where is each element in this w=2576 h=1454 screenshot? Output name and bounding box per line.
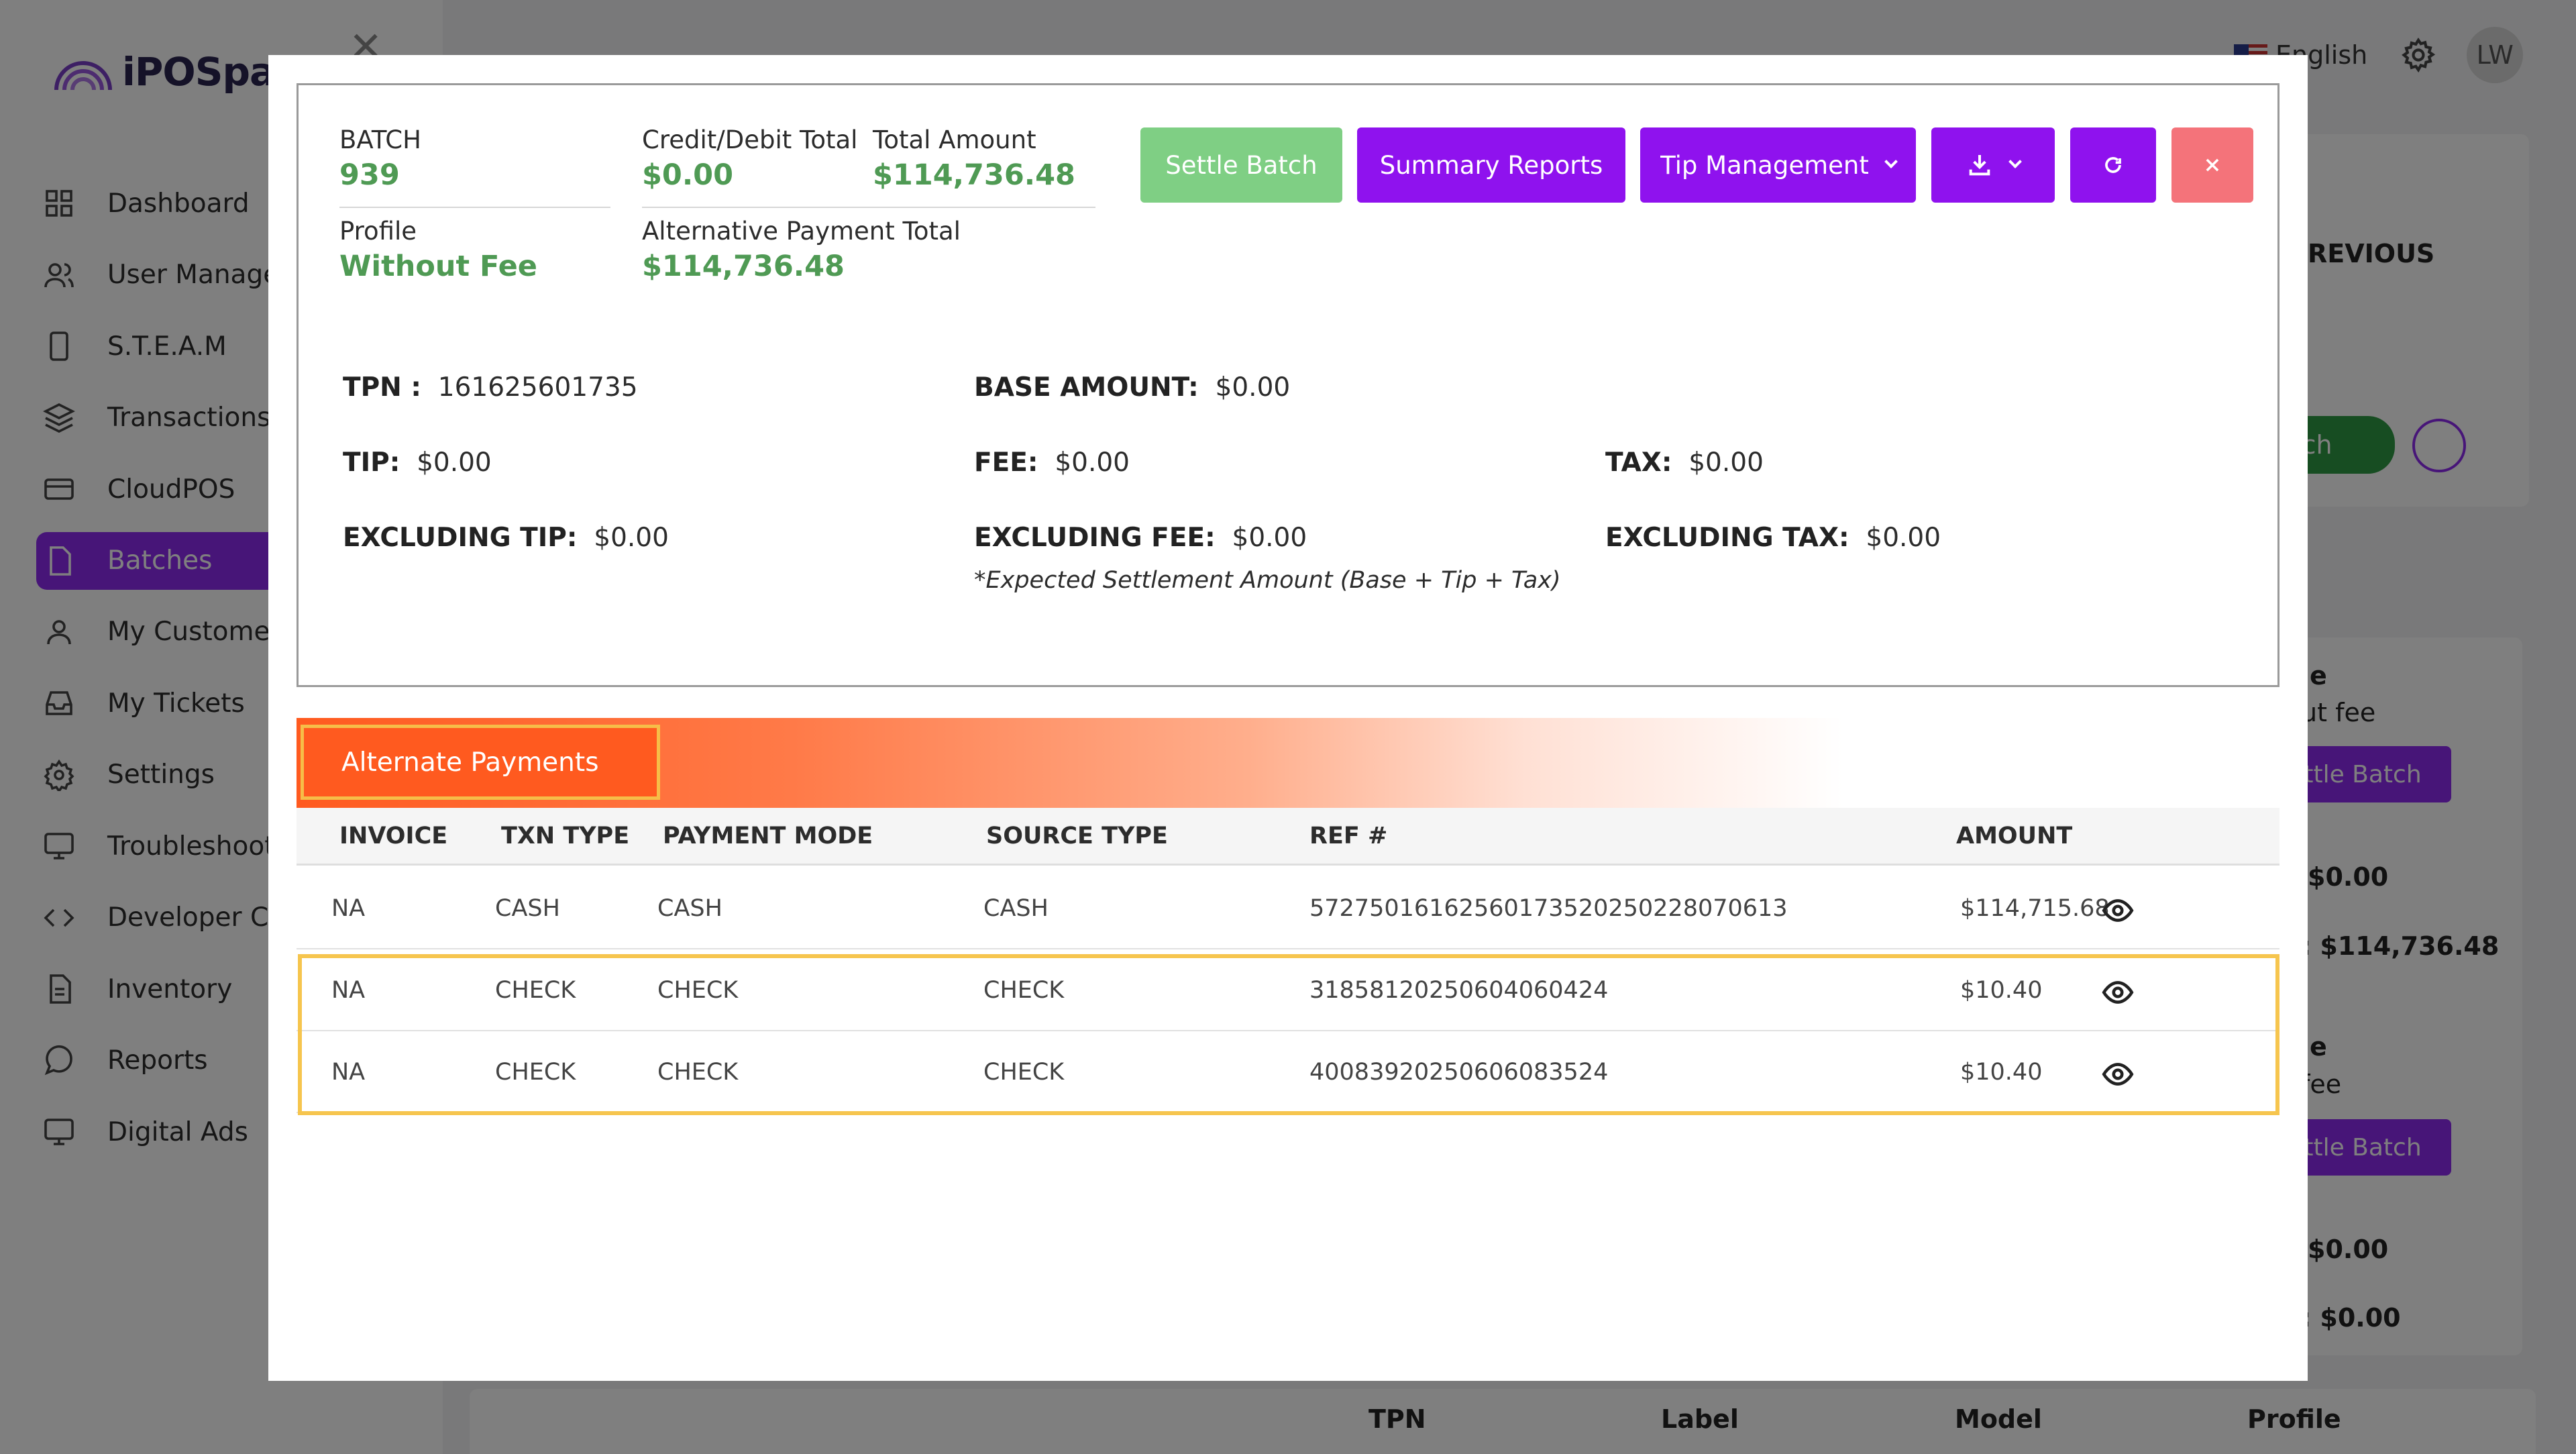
- cell-ref: 57275016162560173520250228070613: [1309, 895, 1788, 922]
- settle-batch-button[interactable]: Settle Batch: [1140, 127, 1342, 203]
- cell-amount: $10.40: [1960, 1059, 2043, 1086]
- tip-management-label: Tip Management: [1660, 150, 1869, 180]
- batch-block: BATCH 939: [339, 125, 421, 192]
- cell-ref: 31858120250604060424: [1309, 977, 1609, 1004]
- col-payment-mode: PAYMENT MODE: [663, 823, 873, 849]
- fee-row: FEE: $0.00: [974, 448, 1130, 478]
- col-amount: AMOUNT: [1956, 823, 2073, 849]
- close-modal-button[interactable]: [2171, 127, 2253, 203]
- tax-label: TAX:: [1605, 448, 1672, 478]
- view-eye-icon[interactable]: [2101, 894, 2135, 927]
- col-txn-type: TXN TYPE: [501, 823, 630, 849]
- cell-source-type: CHECK: [983, 977, 1065, 1004]
- cell-invoice: NA: [331, 977, 366, 1004]
- view-eye-icon[interactable]: [2101, 1057, 2135, 1091]
- col-ref: REF #: [1309, 823, 1388, 849]
- tax-value: $0.00: [1688, 448, 1764, 478]
- chevron-down-icon: [1884, 155, 1898, 168]
- settlement-note: *Expected Settlement Amount (Base + Tip …: [974, 567, 1561, 594]
- chevron-down-icon: [2008, 155, 2022, 168]
- table-header: INVOICE TXN TYPE PAYMENT MODE SOURCE TYP…: [297, 808, 2279, 866]
- cell-txn-type: CHECK: [495, 977, 576, 1004]
- total-amount-value: $114,736.48: [873, 158, 1075, 192]
- table-row[interactable]: NA CHECK CHECK CHECK 31858120250604060424 $10…: [297, 950, 2279, 1031]
- excluding-tax-label: EXCLUDING TAX:: [1605, 523, 1849, 553]
- table-row[interactable]: NA CHECK CHECK CHECK 40083920250606083524 $10…: [297, 1032, 2279, 1113]
- cell-payment-mode: CHECK: [657, 977, 739, 1004]
- total-amount-block: Total Amount $114,736.48: [873, 125, 1075, 192]
- excluding-fee-row: EXCLUDING FEE: $0.00: [974, 523, 1307, 553]
- col-invoice: INVOICE: [339, 823, 448, 849]
- download-icon: [1969, 155, 1990, 176]
- excluding-tax-value: $0.00: [1866, 523, 1941, 553]
- base-amount-value: $0.00: [1215, 372, 1291, 403]
- profile-label: Profile: [339, 217, 417, 246]
- cell-invoice: NA: [331, 895, 366, 922]
- excluding-fee-label: EXCLUDING FEE:: [974, 523, 1216, 553]
- cell-amount: $10.40: [1960, 977, 2043, 1004]
- tax-row: TAX: $0.00: [1605, 448, 1764, 478]
- tpn-row: TPN : 161625601735: [343, 372, 638, 403]
- view-eye-icon[interactable]: [2101, 976, 2135, 1009]
- summary-reports-button[interactable]: Summary Reports: [1357, 127, 1625, 203]
- alt-payment-total-value: $114,736.48: [642, 250, 845, 283]
- excluding-fee-value: $0.00: [1232, 523, 1307, 553]
- excluding-tax-row: EXCLUDING TAX: $0.00: [1605, 523, 1941, 553]
- credit-debit-value: $0.00: [642, 158, 734, 192]
- tab-alternate-payments[interactable]: Alternate Payments: [301, 725, 660, 800]
- base-amount-row: BASE AMOUNT: $0.00: [974, 372, 1290, 403]
- profile-block: Profile Without Fee: [339, 217, 537, 283]
- excluding-tip-value: $0.00: [594, 523, 669, 553]
- tip-management-button[interactable]: Tip Management: [1640, 127, 1916, 203]
- fee-label: FEE:: [974, 448, 1038, 478]
- close-icon: [2206, 158, 2219, 172]
- batch-value: 939: [339, 158, 400, 192]
- cell-txn-type: CASH: [495, 895, 560, 922]
- cell-payment-mode: CHECK: [657, 1059, 739, 1086]
- profile-value: Without Fee: [339, 250, 537, 283]
- alt-payment-total-label: Alternative Payment Total: [642, 217, 961, 246]
- refresh-button[interactable]: [2070, 127, 2156, 203]
- batch-label: BATCH: [339, 125, 421, 154]
- batch-summary-panel: BATCH 939 Credit/Debit Total $0.00 Total…: [297, 83, 2279, 687]
- cell-ref: 40083920250606083524: [1309, 1059, 1609, 1086]
- credit-debit-block: Credit/Debit Total $0.00: [642, 125, 857, 192]
- download-button[interactable]: [1931, 127, 2055, 203]
- tpn-label: TPN :: [343, 372, 421, 403]
- tpn-value: 161625601735: [437, 372, 638, 403]
- col-source-type: SOURCE TYPE: [986, 823, 1168, 849]
- cell-amount: $114,715.68: [1960, 895, 2110, 922]
- table-row[interactable]: NA CASH CASH CASH 57275016162560173520250228…: [297, 868, 2279, 949]
- excluding-tip-label: EXCLUDING TIP:: [343, 523, 578, 553]
- cell-source-type: CHECK: [983, 1059, 1065, 1086]
- cell-txn-type: CHECK: [495, 1059, 576, 1086]
- cell-source-type: CASH: [983, 895, 1049, 922]
- total-amount-label: Total Amount: [873, 125, 1036, 154]
- divider: [642, 207, 1095, 208]
- fee-value: $0.00: [1055, 448, 1130, 478]
- divider: [339, 207, 610, 208]
- cell-payment-mode: CASH: [657, 895, 722, 922]
- base-amount-label: BASE AMOUNT:: [974, 372, 1199, 403]
- excluding-tip-row: EXCLUDING TIP: $0.00: [343, 523, 669, 553]
- tip-label: TIP:: [343, 448, 400, 478]
- tip-row: TIP: $0.00: [343, 448, 492, 478]
- refresh-icon: [2105, 157, 2121, 173]
- credit-debit-label: Credit/Debit Total: [642, 125, 858, 154]
- tip-value: $0.00: [417, 448, 492, 478]
- cell-invoice: NA: [331, 1059, 366, 1086]
- alt-payment-total-block: Alternative Payment Total $114,736.48: [642, 217, 961, 283]
